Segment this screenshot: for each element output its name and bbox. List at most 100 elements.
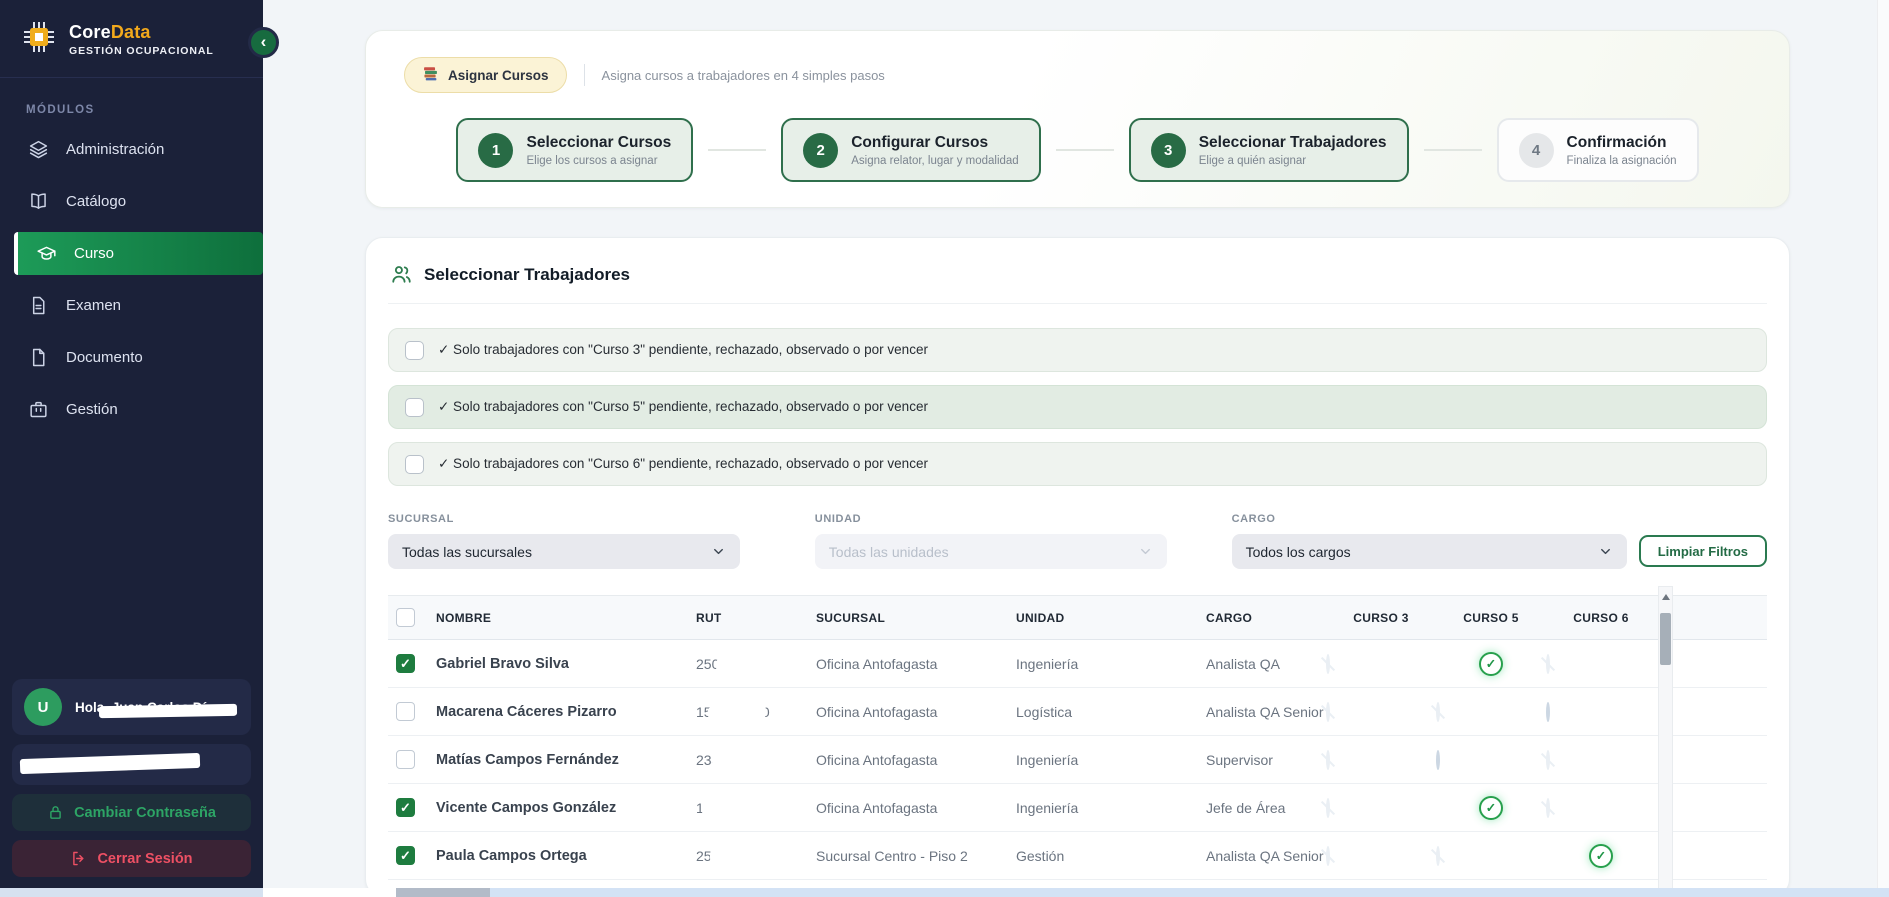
scroll-up-button[interactable] xyxy=(1659,587,1672,606)
sidebar-item-curso[interactable]: Curso xyxy=(14,232,263,275)
table-header: NOMBRERUTSUCURSALUNIDADCARGOCURSO 3CURSO… xyxy=(388,595,1767,640)
toggle-checkbox[interactable] xyxy=(405,398,424,417)
table-vertical-scrollbar[interactable] xyxy=(1658,586,1673,897)
table-row[interactable]: Matías Campos Fernández 23409577-0 Ofici… xyxy=(388,736,1767,784)
sucursal-select[interactable]: Todas las sucursales xyxy=(388,534,740,569)
status-na-icon xyxy=(1326,798,1330,818)
column-header-curso-6: CURSO 6 xyxy=(1546,611,1656,625)
app-window: CoreData GESTIÓN OCUPACIONAL MÓDULOS Adm… xyxy=(0,0,1889,897)
worker-rut: 15337110-0 xyxy=(696,704,816,720)
worker-sucursal: Oficina Antofagasta xyxy=(816,656,1016,672)
status-na-icon xyxy=(1546,798,1550,818)
cargo-select[interactable]: Todos los cargos xyxy=(1232,534,1627,569)
filter-toggles: ✓ Solo trabajadores con "Curso 3" pendie… xyxy=(388,328,1767,486)
toggle-row-curso-3[interactable]: ✓ Solo trabajadores con "Curso 3" pendie… xyxy=(388,328,1767,372)
step-2-configurar-cursos[interactable]: 2 Configurar Cursos Asigna relator, luga… xyxy=(781,118,1041,182)
logout-button[interactable]: Cerrar Sesión xyxy=(12,840,251,877)
toggle-label: ✓ Solo trabajadores con "Curso 6" pendie… xyxy=(438,456,928,472)
worker-name: Matías Campos Fernández xyxy=(436,752,696,768)
sidebar-item-catalogo[interactable]: Catálogo xyxy=(0,180,263,223)
worker-name: Paula Campos Ortega xyxy=(436,848,696,864)
worker-cargo: Supervisor xyxy=(1206,752,1326,768)
table-row[interactable]: ✓ Paula Campos Ortega 25849319-K Sucursa… xyxy=(388,832,1767,880)
worker-unidad: Logística xyxy=(1016,704,1206,720)
books-icon xyxy=(422,65,439,85)
step-connector xyxy=(708,149,766,151)
toggle-label: ✓ Solo trabajadores con "Curso 5" pendie… xyxy=(438,399,928,415)
sidebar-item-documento[interactable]: Documento xyxy=(0,336,263,379)
unidad-select[interactable]: Todas las unidades xyxy=(815,534,1167,569)
step-4-confirmacion[interactable]: 4 Confirmación Finaliza la asignación xyxy=(1497,118,1699,182)
worker-unidad: Ingeniería xyxy=(1016,800,1206,816)
step-subtitle: Elige los cursos a asignar xyxy=(526,155,671,167)
user-card[interactable]: U Hola, Juan Carlos Díaz xyxy=(12,679,251,735)
step-title: Seleccionar Cursos xyxy=(526,134,671,152)
table-row[interactable]: ✓ Vicente Campos González 16432998-6 Ofi… xyxy=(388,784,1767,832)
row-checkbox[interactable] xyxy=(396,750,415,769)
brand-tagline: GESTIÓN OCUPACIONAL xyxy=(69,45,214,57)
redaction xyxy=(99,703,237,717)
sidebar-item-label: Administración xyxy=(66,141,164,158)
sidebar-item-gestion[interactable]: Gestión xyxy=(0,388,263,431)
sidebar-item-examen[interactable]: Examen xyxy=(0,284,263,327)
column-header-unidad: UNIDAD xyxy=(1016,611,1206,625)
worker-rut: 25098514-6 xyxy=(696,656,816,672)
toggle-checkbox[interactable] xyxy=(405,455,424,474)
toggle-checkbox[interactable] xyxy=(405,341,424,360)
horizontal-scrollbar-thumb[interactable] xyxy=(396,888,490,897)
header-subtitle: Asigna cursos a trabajadores en 4 simple… xyxy=(602,68,885,83)
chevron-down-icon xyxy=(1138,544,1153,559)
change-password-button[interactable]: Cambiar Contraseña xyxy=(12,794,251,831)
file-icon xyxy=(27,347,49,369)
chevron-down-icon xyxy=(711,544,726,559)
sidebar-item-label: Examen xyxy=(66,297,121,314)
stepper: 1 Seleccionar Cursos Elige los cursos a … xyxy=(366,118,1789,182)
filter-sucursal: SUCURSAL Todas las sucursales xyxy=(388,513,740,569)
sidebar-collapse-button[interactable]: ‹ xyxy=(248,27,279,58)
toggle-row-curso-6[interactable]: ✓ Solo trabajadores con "Curso 6" pendie… xyxy=(388,442,1767,486)
status-na-icon xyxy=(1326,702,1330,722)
worker-rut: 23409577-0 xyxy=(696,752,816,768)
row-checkbox[interactable]: ✓ xyxy=(396,798,415,817)
workers-table: NOMBRERUTSUCURSALUNIDADCARGOCURSO 3CURSO… xyxy=(388,595,1767,897)
status-na-icon xyxy=(1326,846,1330,866)
select-all-checkbox[interactable] xyxy=(396,608,415,627)
clear-filters-button[interactable]: Limpiar Filtros xyxy=(1639,535,1767,567)
lock-icon xyxy=(47,804,64,821)
vertical-scrollbar-thumb[interactable] xyxy=(1660,613,1671,665)
status-approved-icon: ✓ xyxy=(1589,844,1613,868)
redaction xyxy=(710,848,778,863)
step-connector xyxy=(1056,149,1114,151)
row-checkbox[interactable]: ✓ xyxy=(396,846,415,865)
filter-unidad: UNIDAD Todas las unidades xyxy=(815,513,1167,569)
column-header-curso-5: CURSO 5 xyxy=(1436,611,1546,625)
worker-name: Gabriel Bravo Silva xyxy=(436,656,696,672)
sidebar-item-administracion[interactable]: Administración xyxy=(0,128,263,171)
window-scrollbar-track[interactable] xyxy=(1877,0,1889,889)
sidebar-item-label: Gestión xyxy=(66,401,118,418)
table-row[interactable]: ✓ Gabriel Bravo Silva 25098514-6 Oficina… xyxy=(388,640,1767,688)
row-checkbox[interactable]: ✓ xyxy=(396,654,415,673)
filter-cargo: CARGO Todos los cargos xyxy=(1232,513,1627,569)
toggle-label: ✓ Solo trabajadores con "Curso 3" pendie… xyxy=(438,342,928,358)
toggle-row-curso-5[interactable]: ✓ Solo trabajadores con "Curso 5" pendie… xyxy=(388,385,1767,429)
step-3-seleccionar-trabajadores[interactable]: 3 Seleccionar Trabajadores Elige a quién… xyxy=(1129,118,1409,182)
table-row[interactable]: Macarena Cáceres Pizarro 15337110-0 Ofic… xyxy=(388,688,1767,736)
unidad-label: UNIDAD xyxy=(815,513,1167,525)
redaction xyxy=(708,704,766,719)
briefcase-icon xyxy=(27,399,49,421)
avatar: U xyxy=(24,688,62,726)
arrow-up-icon xyxy=(1662,594,1670,600)
step-number: 3 xyxy=(1151,133,1186,168)
horizontal-scrollbar[interactable] xyxy=(0,888,1889,897)
worker-cargo: Jefe de Área xyxy=(1206,800,1326,816)
hscroll-track xyxy=(490,888,1889,897)
sidebar-item-label: Catálogo xyxy=(66,193,126,210)
worker-cargo: Analista QA Senior xyxy=(1206,848,1326,864)
row-checkbox[interactable] xyxy=(396,702,415,721)
select-workers-card: Seleccionar Trabajadores ✓ Solo trabajad… xyxy=(365,237,1790,897)
status-approved-icon: ✓ xyxy=(1479,652,1503,676)
worker-unidad: Ingeniería xyxy=(1016,752,1206,768)
step-1-seleccionar-cursos[interactable]: 1 Seleccionar Cursos Elige los cursos a … xyxy=(456,118,693,182)
sucursal-label: SUCURSAL xyxy=(388,513,740,525)
